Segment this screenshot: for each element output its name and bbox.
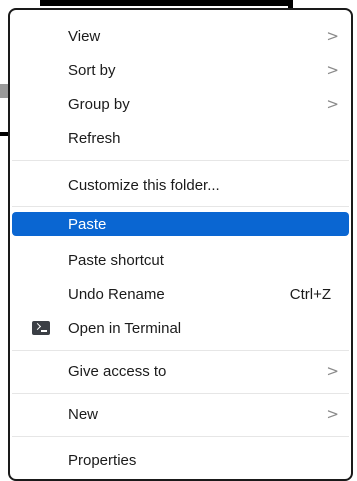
menu-item-give-access-to[interactable]: Give access to > (12, 355, 349, 387)
background-window-edge (40, 0, 292, 6)
menu-item-paste[interactable]: Paste (12, 212, 349, 236)
menu-item-properties[interactable]: Properties (12, 444, 349, 476)
menu-item-label: New (68, 405, 99, 423)
menu-item-label: Sort by (68, 61, 116, 79)
menu-item-label: Refresh (68, 129, 121, 147)
menu-item-refresh[interactable]: Refresh (12, 122, 349, 154)
menu-item-label: Paste (68, 215, 107, 233)
keyboard-shortcut: Ctrl+Z (289, 285, 331, 303)
menu-item-group-by[interactable]: Group by > (12, 88, 349, 120)
menu-divider (12, 206, 349, 207)
chevron-right-icon: > (326, 362, 339, 380)
menu-item-undo-rename[interactable]: Undo Rename Ctrl+Z (12, 278, 349, 310)
menu-item-label: Customize this folder... (68, 176, 220, 194)
menu-item-label: Properties (68, 451, 137, 469)
menu-item-new[interactable]: New > (12, 398, 349, 430)
chevron-right-icon: > (326, 61, 339, 79)
menu-item-label: Open in Terminal (68, 319, 182, 337)
menu-divider (12, 350, 349, 351)
menu-item-label: Group by (68, 95, 130, 113)
menu-divider (12, 436, 349, 437)
menu-divider (12, 393, 349, 394)
menu-item-sort-by[interactable]: Sort by > (12, 54, 349, 86)
chevron-right-icon: > (326, 405, 339, 423)
desktop-background: View > Sort by > Group by > Refresh Cust… (0, 0, 357, 481)
menu-item-customize-folder[interactable]: Customize this folder... (12, 169, 349, 201)
menu-item-open-in-terminal[interactable]: Open in Terminal (12, 312, 349, 344)
menu-divider (12, 160, 349, 161)
menu-item-view[interactable]: View > (12, 20, 349, 52)
context-menu: View > Sort by > Group by > Refresh Cust… (8, 8, 353, 481)
menu-item-paste-shortcut[interactable]: Paste shortcut (12, 244, 349, 276)
menu-item-label: Undo Rename (68, 285, 165, 303)
chevron-right-icon: > (326, 27, 339, 45)
chevron-right-icon: > (326, 95, 339, 113)
menu-item-label: Paste shortcut (68, 251, 164, 269)
menu-item-label: Give access to (68, 362, 167, 380)
menu-item-label: View (68, 27, 101, 45)
terminal-icon (32, 321, 50, 335)
